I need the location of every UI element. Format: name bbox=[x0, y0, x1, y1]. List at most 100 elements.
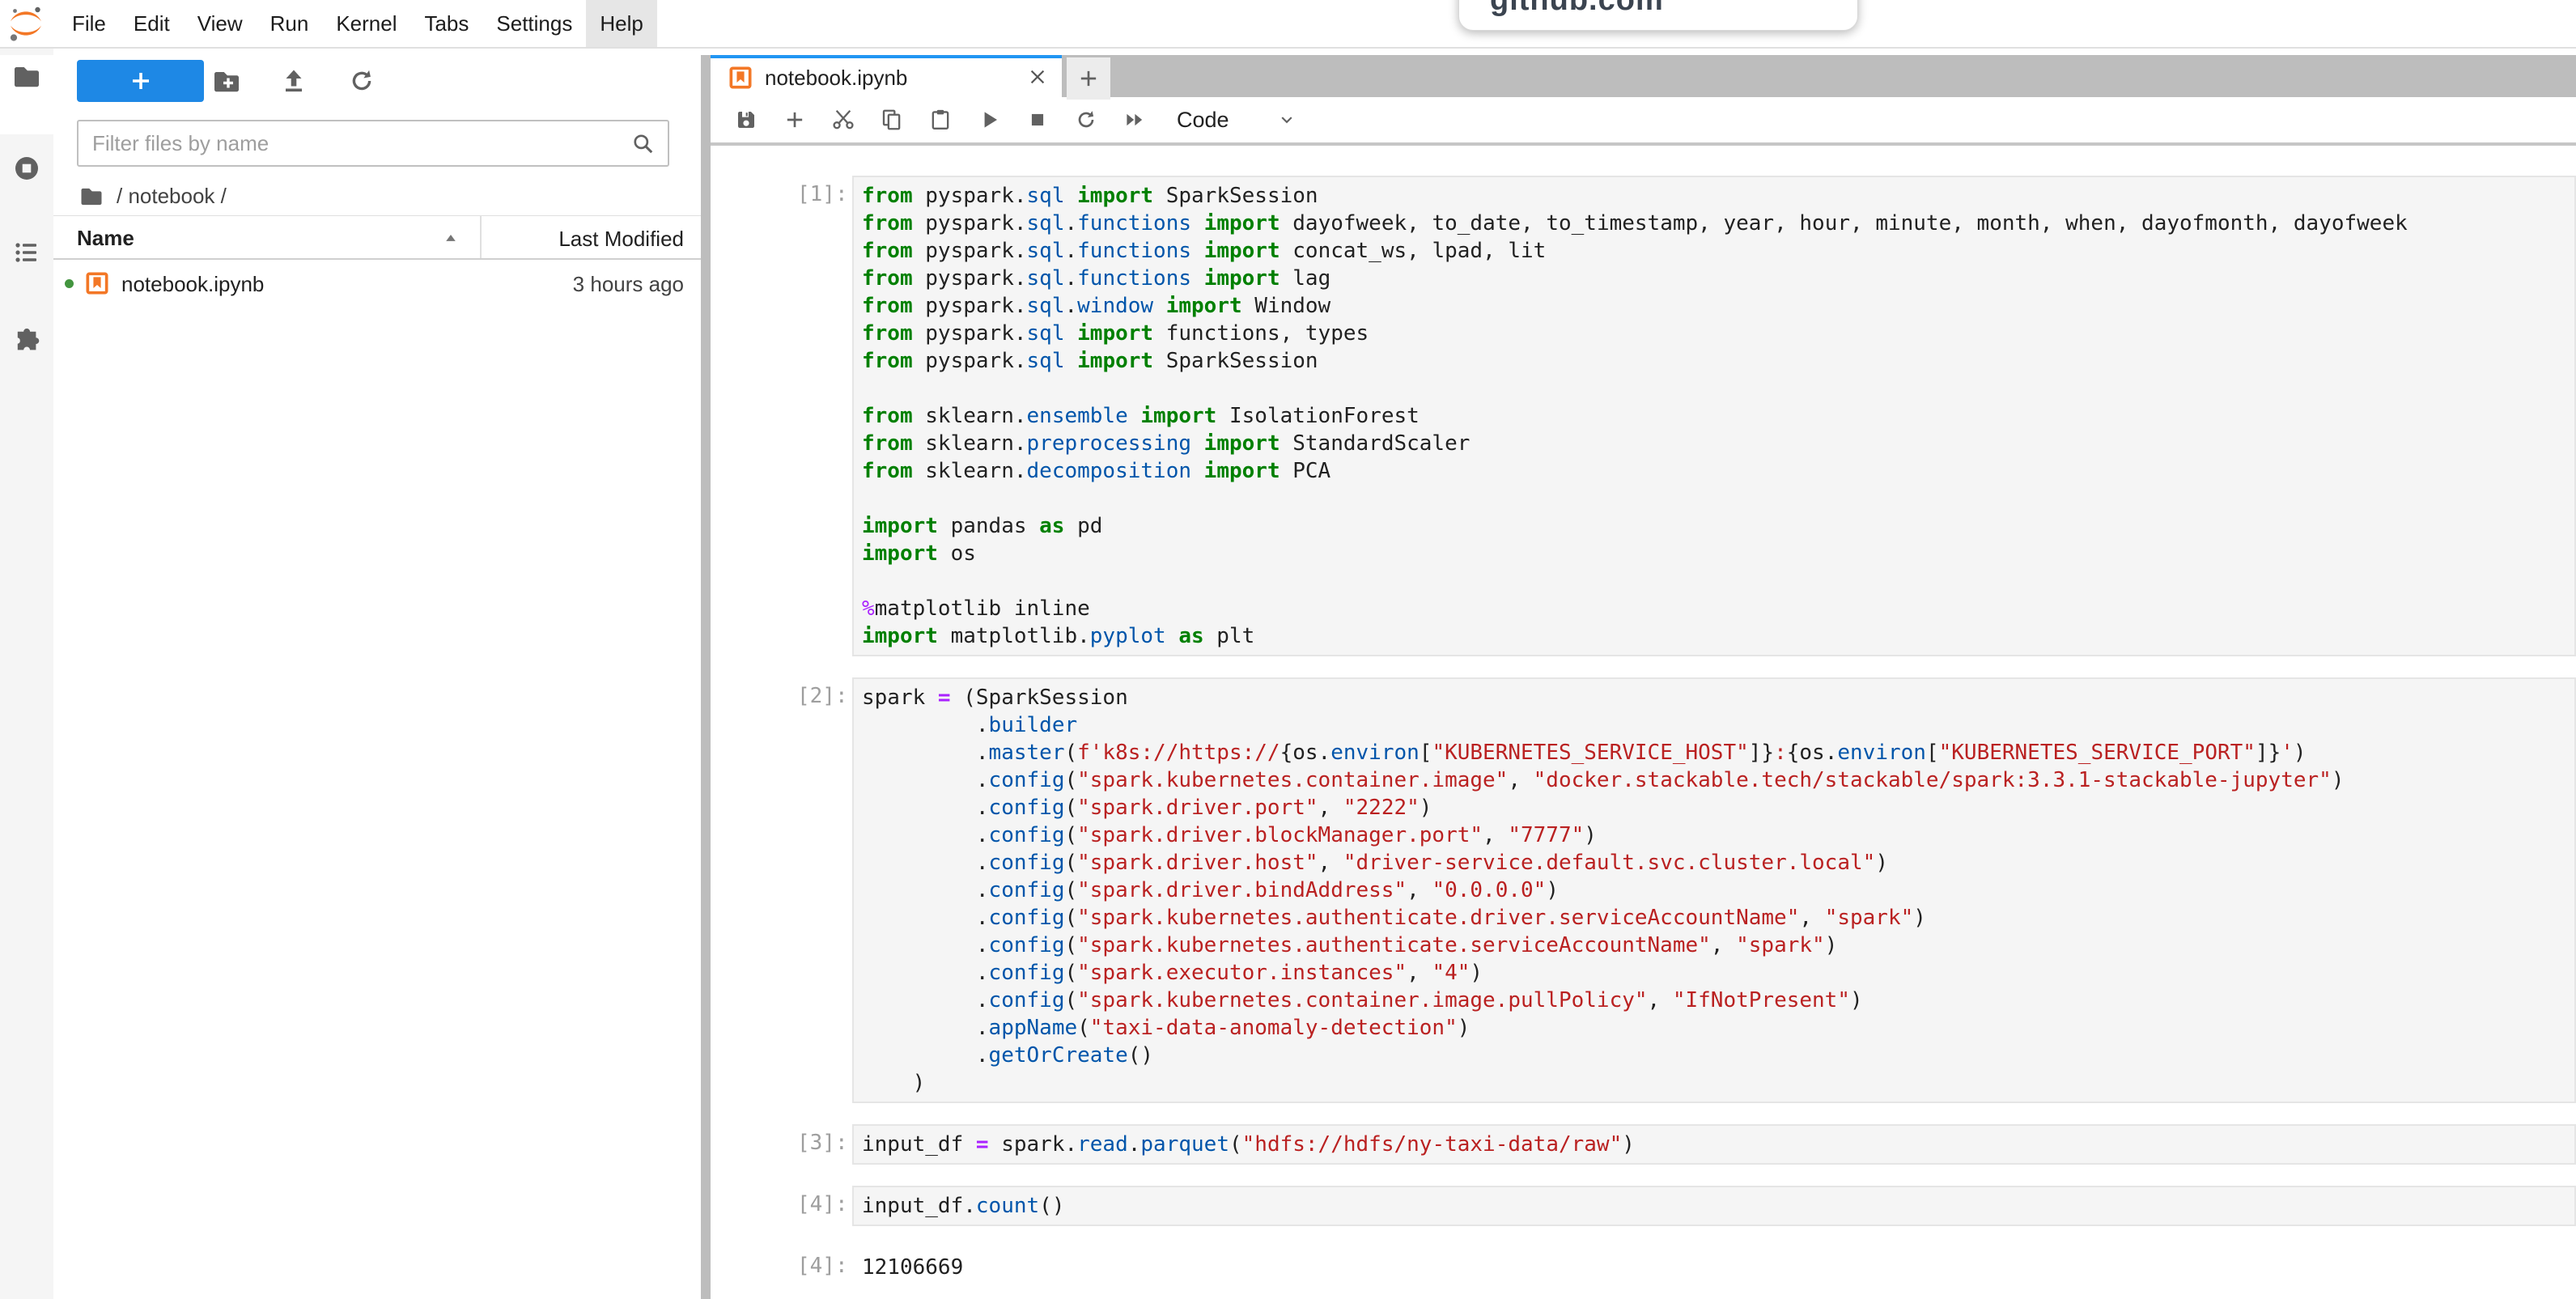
code-line: .config("spark.kubernetes.container.imag… bbox=[862, 987, 2574, 1014]
restart-button restart-icon[interactable] bbox=[1074, 108, 1098, 132]
menu-item-tabs[interactable]: Tabs bbox=[410, 0, 482, 47]
code-line bbox=[862, 375, 2574, 402]
file-row[interactable]: notebook.ipynb3 hours ago bbox=[53, 261, 701, 306]
code-line: from pyspark.sql import SparkSession bbox=[862, 347, 2574, 375]
code-line: .config("spark.kubernetes.authenticate.d… bbox=[862, 904, 2574, 932]
menu-item-run[interactable]: Run bbox=[257, 0, 323, 47]
breadcrumb[interactable]: / notebook / bbox=[79, 176, 227, 215]
save-button save-icon[interactable] bbox=[734, 108, 758, 132]
sort-ascending-icon[interactable] bbox=[440, 228, 461, 249]
column-divider bbox=[480, 216, 482, 258]
activity-bar bbox=[0, 49, 53, 1299]
copy-button copy-icon[interactable] bbox=[880, 108, 904, 132]
filter-box bbox=[77, 120, 669, 167]
upload-button upload-icon[interactable] bbox=[279, 66, 308, 96]
github-popup-text: github.com bbox=[1490, 0, 1664, 18]
code-line: from pyspark.sql.window import Window bbox=[862, 292, 2574, 320]
code-cell[interactable]: [1]:from pyspark.sql import SparkSession… bbox=[711, 176, 2576, 656]
document-tab-bar: notebook.ipynb bbox=[711, 55, 2576, 97]
menu-bar: FileEditViewRunKernelTabsSettingsHelp bbox=[0, 0, 2576, 49]
code-line: .getOrCreate() bbox=[862, 1042, 2574, 1069]
active-tab-accent-bar bbox=[711, 55, 1062, 58]
file-listing: notebook.ipynb3 hours ago bbox=[53, 261, 701, 306]
output-text: 12106669 bbox=[852, 1247, 2576, 1286]
code-line: .config("spark.kubernetes.container.imag… bbox=[862, 766, 2574, 794]
code-cell[interactable]: [3]:input_df = spark.read.parquet("hdfs:… bbox=[711, 1124, 2576, 1165]
notebook-content[interactable]: [1]:from pyspark.sql import SparkSession… bbox=[711, 149, 2576, 1299]
menu-item-kernel[interactable]: Kernel bbox=[322, 0, 410, 47]
search-icon bbox=[630, 131, 656, 157]
column-header-name[interactable]: Name bbox=[77, 226, 134, 251]
notebook-file-icon bbox=[728, 66, 753, 90]
code-cell[interactable]: [2]:spark = (SparkSession .builder .mast… bbox=[711, 677, 2576, 1103]
code-line: .master(f'k8s://https://{os.environ["KUB… bbox=[862, 739, 2574, 766]
menu-item-view[interactable]: View bbox=[184, 0, 257, 47]
menu-item-edit[interactable]: Edit bbox=[120, 0, 184, 47]
stop-button stop-icon[interactable] bbox=[1025, 108, 1050, 132]
cell-editor[interactable]: input_df = spark.read.parquet("hdfs://hd… bbox=[852, 1124, 2576, 1165]
execution-count-prompt: [1]: bbox=[711, 176, 852, 656]
code-line: .config("spark.driver.host", "driver-ser… bbox=[862, 849, 2574, 877]
code-line: from sklearn.decomposition import PCA bbox=[862, 457, 2574, 485]
cell-editor[interactable]: spark = (SparkSession .builder .master(f… bbox=[852, 677, 2576, 1103]
output-prompt: [4]: bbox=[711, 1247, 852, 1286]
code-line: %matplotlib inline bbox=[862, 595, 2574, 622]
code-line: input_df.count() bbox=[862, 1192, 2574, 1220]
notebook-toolbar: Code bbox=[711, 97, 2576, 146]
activity-tab-running-sessions running-icon[interactable] bbox=[12, 154, 41, 183]
plus-icon bbox=[126, 66, 155, 96]
filter-files-input[interactable] bbox=[79, 121, 668, 165]
activity-tab-file-browser folder-icon[interactable] bbox=[12, 62, 41, 91]
run-button run-icon[interactable] bbox=[977, 108, 1001, 132]
code-line: .config("spark.driver.port", "2222") bbox=[862, 794, 2574, 821]
column-header-last-modified[interactable]: Last Modified bbox=[558, 227, 684, 252]
add-tab-icon bbox=[1076, 66, 1101, 91]
fast-forward-button fast-forward-icon[interactable] bbox=[1122, 108, 1147, 132]
code-cell[interactable]: [4]: input_df.count() bbox=[711, 1186, 2576, 1226]
github-popup: github.com bbox=[1458, 0, 1858, 31]
activity-tab-extensions puzzle-icon[interactable] bbox=[12, 325, 41, 354]
execution-count-prompt: [4]: bbox=[711, 1186, 852, 1226]
add-button add-icon[interactable] bbox=[783, 108, 807, 132]
file-browser-panel: / notebook / Name Last Modified notebook… bbox=[53, 49, 701, 1299]
code-line: from pyspark.sql import SparkSession bbox=[862, 182, 2574, 210]
cell-editor[interactable]: from pyspark.sql import SparkSessionfrom… bbox=[852, 176, 2576, 656]
file-list-header: Name Last Modified bbox=[53, 215, 701, 260]
tab-notebook[interactable]: notebook.ipynb bbox=[711, 55, 1062, 97]
code-line: from sklearn.preprocessing import Standa… bbox=[862, 430, 2574, 457]
menu-item-settings[interactable]: Settings bbox=[482, 0, 586, 47]
refresh-button refresh-icon[interactable] bbox=[347, 66, 376, 96]
code-line: .builder bbox=[862, 711, 2574, 739]
menu-bar-items: FileEditViewRunKernelTabsSettingsHelp bbox=[58, 0, 657, 47]
code-line: .config("spark.driver.blockManager.port"… bbox=[862, 821, 2574, 849]
tab-label: notebook.ipynb bbox=[765, 66, 907, 91]
jupyter-logo-icon bbox=[6, 4, 45, 43]
code-line: import os bbox=[862, 540, 2574, 567]
close-tab-icon[interactable] bbox=[1026, 66, 1049, 88]
code-line: .appName("taxi-data-anomaly-detection") bbox=[862, 1014, 2574, 1042]
cut-button cut-icon[interactable] bbox=[831, 108, 855, 132]
menu-item-help[interactable]: Help bbox=[586, 0, 656, 47]
menu-item-file[interactable]: File bbox=[58, 0, 120, 47]
code-line: import matplotlib.pyplot as plt bbox=[862, 622, 2574, 650]
kernel-running-dot bbox=[65, 279, 74, 288]
breadcrumb-path: / notebook / bbox=[117, 184, 227, 209]
notebook-toolbar-buttons bbox=[722, 108, 1159, 132]
activity-tab-table-of-contents toc-icon[interactable] bbox=[12, 238, 41, 267]
chevron-down-icon bbox=[1276, 109, 1297, 130]
cell-type-dropdown[interactable]: Code bbox=[1177, 108, 1297, 133]
new-tab-button[interactable] bbox=[1067, 57, 1110, 100]
new-folder-button folder-plus-icon[interactable] bbox=[212, 66, 241, 96]
code-line: spark = (SparkSession bbox=[862, 684, 2574, 711]
output-cell: [4]: 12106669 bbox=[711, 1247, 2576, 1286]
file-last-modified: 3 hours ago bbox=[573, 272, 684, 297]
notebook-file-icon bbox=[84, 270, 110, 296]
code-line: import pandas as pd bbox=[862, 512, 2574, 540]
code-line: input_df = spark.read.parquet("hdfs://hd… bbox=[862, 1131, 2574, 1158]
paste-button paste-icon[interactable] bbox=[928, 108, 953, 132]
new-launcher-button[interactable] bbox=[77, 60, 204, 102]
cell-editor[interactable]: input_df.count() bbox=[852, 1186, 2576, 1226]
code-line bbox=[862, 567, 2574, 595]
code-line: 12106669 bbox=[862, 1254, 2576, 1281]
code-line: from pyspark.sql.functions import dayofw… bbox=[862, 210, 2574, 237]
